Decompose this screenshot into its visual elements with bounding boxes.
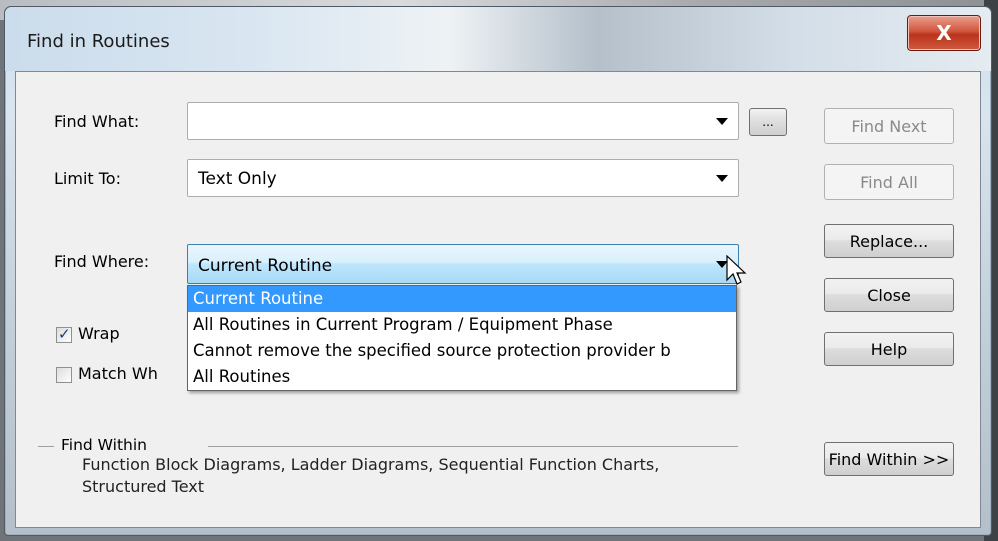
close-icon: X [936, 21, 952, 45]
find-where-dropdown-list: Current Routine All Routines in Current … [187, 285, 737, 391]
chevron-down-icon[interactable] [716, 175, 728, 182]
match-whole-word-checkbox[interactable] [56, 367, 72, 383]
title-bar: Find in Routines X [5, 7, 991, 71]
find-within-description: Function Block Diagrams, Ladder Diagrams… [82, 455, 660, 496]
find-within-button[interactable]: Find Within >> [824, 442, 954, 476]
dropdown-option-source-protection[interactable]: Cannot remove the specified source prote… [188, 338, 736, 364]
mouse-pointer-icon [726, 255, 747, 285]
group-line-left [38, 446, 54, 447]
find-within-group-label: Find Within [61, 436, 148, 454]
limit-to-label: Limit To: [54, 169, 121, 188]
limit-to-combobox[interactable]: Text Only [187, 159, 739, 197]
close-window-button[interactable]: X [907, 15, 981, 51]
group-line-right [208, 446, 738, 447]
limit-to-value: Text Only [198, 169, 277, 189]
chevron-down-icon[interactable] [716, 118, 728, 125]
close-button[interactable]: Close [824, 278, 954, 312]
dropdown-option-all-routines[interactable]: All Routines [188, 364, 736, 390]
dialog-title: Find in Routines [27, 31, 170, 52]
wrap-checkbox[interactable] [56, 325, 72, 343]
browse-button[interactable]: ... [749, 108, 787, 136]
help-button[interactable]: Help [824, 332, 954, 366]
find-next-button[interactable]: Find Next [824, 108, 954, 144]
ellipsis-icon: ... [762, 115, 774, 129]
dropdown-option-all-routines-in-program[interactable]: All Routines in Current Program / Equipm… [188, 312, 736, 338]
find-what-combobox[interactable] [187, 102, 739, 140]
dropdown-option-current-routine[interactable]: Current Routine [188, 286, 736, 312]
find-where-label: Find Where: [54, 252, 150, 271]
find-where-value: Current Routine [198, 256, 333, 276]
replace-button[interactable]: Replace... [824, 224, 954, 258]
match-whole-word-label: Match Wh [78, 364, 158, 383]
wrap-label: Wrap [78, 324, 120, 343]
find-what-label: Find What: [54, 112, 140, 131]
find-where-combobox[interactable]: Current Routine [187, 244, 739, 284]
find-all-button[interactable]: Find All [824, 164, 954, 200]
